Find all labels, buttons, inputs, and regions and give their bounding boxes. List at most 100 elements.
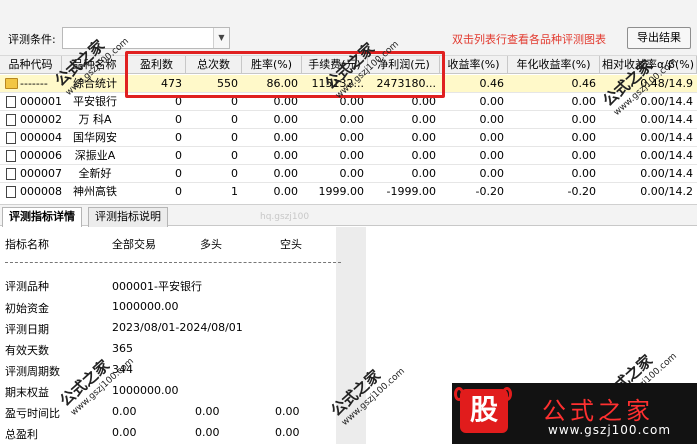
col-header-return[interactable]: 收益率(%) [440, 56, 508, 74]
document-icon [6, 150, 16, 162]
col-header-annual[interactable]: 年化收益率(%) [508, 56, 600, 74]
logo-url: www.gszj100.com [548, 423, 672, 437]
detail-value: 1000000.00 [112, 384, 179, 397]
detail-value: 2023/08/01-2024/08/01 [112, 321, 243, 334]
table-row[interactable]: 000006 深振业A 0 0 0.00 0.00 0.00 0.00 0.00… [0, 147, 697, 165]
table-row[interactable]: 000008 神州高铁 0 1 0.00 1999.00 -1999.00 -0… [0, 183, 697, 198]
document-icon [6, 186, 16, 198]
cell-annual: 0.00 [571, 149, 597, 162]
cell-fee: 0.00 [339, 167, 365, 180]
detail-header-long: 多头 [200, 238, 222, 251]
cell-return: 0.00 [479, 167, 505, 180]
cell-return: 0.46 [479, 77, 505, 90]
detail-label: 初始资金 [5, 302, 49, 315]
detail-value: 0.00 [112, 426, 137, 439]
cell-annual: 0.46 [571, 77, 597, 90]
site-logo: 股 公式之家 www.gszj100.com [452, 383, 697, 444]
cell-fee: 1999.00 [318, 185, 365, 198]
cell-profit: 0.00 [411, 167, 437, 180]
cell-winrate: 0.00 [273, 185, 299, 198]
document-icon [6, 114, 16, 126]
detail-header-short: 空头 [280, 238, 302, 251]
cell-code: 000002 [20, 113, 62, 126]
cell-total: 0 [231, 131, 238, 144]
detail-label: 盈亏时间比 [5, 407, 60, 420]
detail-value-long: 0.00 [195, 426, 220, 439]
cell-code: 000006 [20, 149, 62, 162]
document-icon [6, 96, 16, 108]
chevron-down-icon[interactable]: ▼ [213, 28, 229, 48]
cell-relative: 0.00/14.4 [640, 149, 693, 162]
cell-return: 0.00 [479, 95, 505, 108]
detail-header-all: 全部交易 [112, 238, 156, 251]
tab-explanation[interactable]: 评测指标说明 [88, 207, 168, 227]
cell-wins: 0 [175, 185, 182, 198]
cell-return: 0.00 [479, 149, 505, 162]
detail-label: 评测周期数 [5, 365, 60, 378]
cell-relative: 0.00/14.4 [640, 167, 693, 180]
cell-relative: 0.00/14.4 [640, 131, 693, 144]
cell-annual: 0.00 [571, 95, 597, 108]
cell-profit: 0.00 [411, 149, 437, 162]
cell-name: 万 科A [78, 113, 112, 126]
cell-profit: 0.00 [411, 131, 437, 144]
cell-fee: 0.00 [339, 131, 365, 144]
cell-annual: 0.00 [571, 113, 597, 126]
cell-return: -0.20 [475, 185, 504, 198]
divider-line [5, 262, 341, 263]
cell-wins: 0 [175, 149, 182, 162]
table-row[interactable]: 000007 全新好 0 0 0.00 0.00 0.00 0.00 0.00 … [0, 165, 697, 183]
hint-text: 双击列表行查看各品种评测图表 [452, 33, 606, 46]
cell-winrate: 0.00 [273, 131, 299, 144]
cell-total: 0 [231, 167, 238, 180]
condition-label: 评测条件: [8, 33, 56, 46]
detail-value: 000001-平安银行 [112, 280, 202, 293]
cell-annual: -0.20 [567, 185, 596, 198]
cell-annual: 0.00 [571, 167, 597, 180]
detail-value: 1000000.00 [112, 300, 179, 313]
cell-name: 神州高铁 [73, 185, 117, 198]
cell-annual: 0.00 [571, 131, 597, 144]
cell-total: 0 [231, 113, 238, 126]
document-icon [6, 168, 16, 180]
cell-code: 000004 [20, 131, 62, 144]
cell-winrate: 0.00 [273, 167, 299, 180]
cell-name: 深振业A [74, 149, 116, 162]
detail-label: 评测品种 [5, 280, 49, 293]
document-icon [6, 132, 16, 144]
cell-winrate: 0.00 [273, 113, 299, 126]
cell-winrate: 0.00 [273, 149, 299, 162]
detail-header-name: 指标名称 [5, 238, 49, 251]
cell-code: 000007 [20, 167, 62, 180]
logo-badge: 股 [460, 389, 508, 433]
cell-fee: 0.00 [339, 149, 365, 162]
detail-value-short: 0.00 [275, 426, 300, 439]
cell-relative: 0.00/14.2 [640, 185, 693, 198]
tab-detail[interactable]: 评测指标详情 [2, 207, 82, 227]
cell-total: 0 [231, 149, 238, 162]
table-row[interactable]: 000002 万 科A 0 0 0.00 0.00 0.00 0.00 0.00… [0, 111, 697, 129]
detail-value-short: 0.00 [275, 405, 300, 418]
cell-return: 0.00 [479, 131, 505, 144]
cell-code: 000001 [20, 95, 62, 108]
cell-code: 000008 [20, 185, 62, 198]
cell-profit: -1999.00 [386, 185, 436, 198]
folder-icon [5, 78, 18, 89]
detail-label: 期末权益 [5, 386, 49, 399]
table-row[interactable]: 000004 国华网安 0 0 0.00 0.00 0.00 0.00 0.00… [0, 129, 697, 147]
logo-title: 公式之家 [542, 397, 654, 425]
detail-tabs: 评测指标详情 评测指标说明 [0, 204, 697, 227]
cell-fee: 0.00 [339, 113, 365, 126]
cell-wins: 0 [175, 131, 182, 144]
cell-wins: 0 [175, 167, 182, 180]
cell-wins: 0 [175, 113, 182, 126]
cell-return: 0.00 [479, 113, 505, 126]
detail-label: 总盈利 [5, 428, 38, 441]
detail-label: 评测日期 [5, 323, 49, 336]
detail-value-long: 0.00 [195, 405, 220, 418]
faint-watermark: hq.gszj100 [260, 212, 310, 222]
cell-name: 全新好 [78, 167, 112, 180]
detail-value: 0.00 [112, 405, 137, 418]
highlight-annotation [125, 51, 445, 98]
cell-name: 国华网安 [73, 131, 117, 144]
